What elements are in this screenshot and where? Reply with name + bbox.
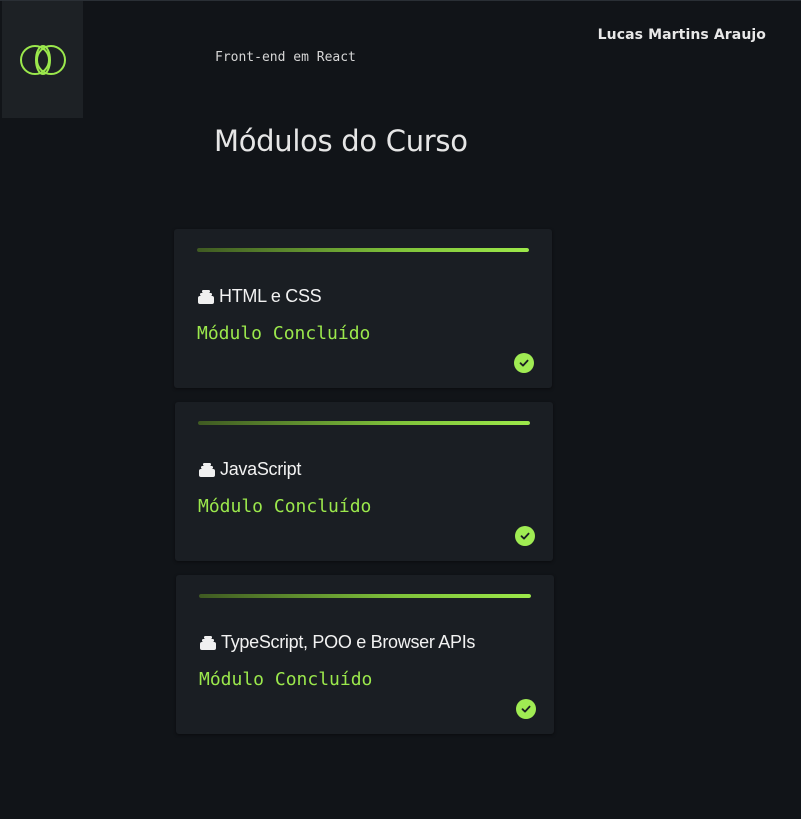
module-title-row: JavaScript [199,459,301,480]
module-progress-fill [197,248,529,252]
module-progress-bar [199,594,531,598]
check-circle-icon [516,699,536,719]
check-circle-icon [514,353,534,373]
stack-icon [198,289,214,304]
module-status: Módulo Concluído [199,669,373,690]
module-progress-fill [199,594,531,598]
module-progress-bar [198,421,530,425]
page-title: Módulos do Curso [214,124,468,158]
module-status: Módulo Concluído [198,496,372,517]
module-status: Módulo Concluído [197,323,371,344]
course-name: Front-end em React [215,50,356,65]
module-progress-fill [198,421,530,425]
stack-icon [200,635,216,650]
module-title: TypeScript, POO e Browser APIs [221,632,476,652]
logo[interactable] [2,1,83,118]
user-name[interactable]: Lucas Martins Araujo [598,27,766,43]
stack-icon [199,462,215,477]
module-card[interactable]: HTML e CSS Módulo Concluído [174,229,552,388]
overlapping-rings-logo-icon [19,44,66,75]
module-card[interactable]: JavaScript Módulo Concluído [175,402,553,561]
module-title-row: TypeScript, POO e Browser APIs [200,632,475,653]
module-card[interactable]: TypeScript, POO e Browser APIs Módulo Co… [176,575,554,734]
module-title-row: HTML e CSS [198,286,322,307]
page: Front-end em React Lucas Martins Araujo … [0,0,801,819]
module-title: HTML e CSS [219,286,322,306]
module-list: HTML e CSS Módulo Concluído JavaScript M… [174,229,556,748]
module-progress-bar [197,248,529,252]
top-border [0,0,801,1]
module-title: JavaScript [220,459,302,479]
check-circle-icon [515,526,535,546]
